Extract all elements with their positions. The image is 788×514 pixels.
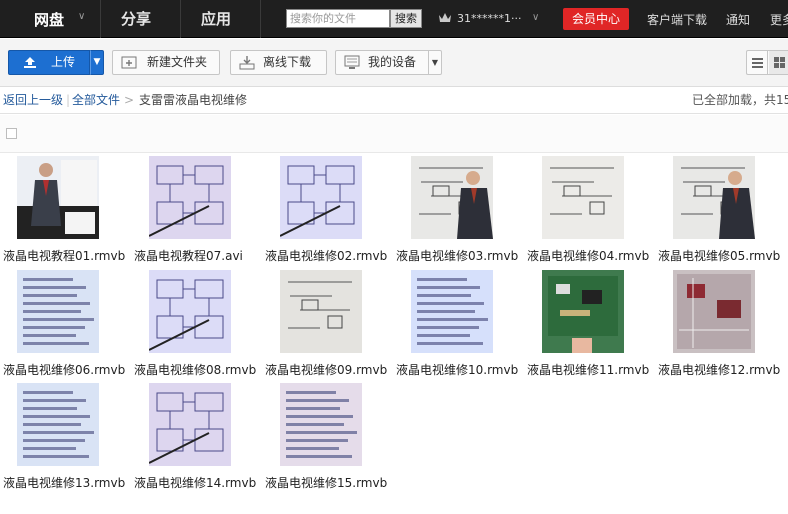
search-button[interactable]: 搜索 <box>390 9 422 28</box>
file-grid: 液晶电视教程01.rmvb 液晶电视教程07.avi 液晶电视维修02.rmvb… <box>0 154 788 514</box>
file-item[interactable]: 液晶电视维修08.rmvb <box>134 268 260 380</box>
download-icon <box>239 56 255 70</box>
file-name[interactable]: 液晶电视维修11.rmvb <box>527 361 657 378</box>
select-all-bar <box>0 115 788 153</box>
top-navigation-bar: 网盘 ∨ 分享 应用 搜索你的文件 搜索 31******1··· ∨ 会员中心… <box>0 0 788 38</box>
file-item[interactable]: 液晶电视维修10.rmvb <box>396 268 522 380</box>
nav-divider <box>180 0 181 38</box>
my-devices-button[interactable]: 我的设备 <box>335 50 429 75</box>
file-item[interactable]: 液晶电视维修02.rmvb <box>265 154 391 266</box>
upload-menu-button[interactable]: ▼ <box>90 50 104 75</box>
notifications-link[interactable]: 通知 <box>726 11 750 28</box>
file-name[interactable]: 液晶电视维修09.rmvb <box>265 361 395 378</box>
video-thumbnail[interactable] <box>542 156 624 239</box>
file-name[interactable]: 液晶电视维修08.rmvb <box>134 361 264 378</box>
file-name[interactable]: 液晶电视维修15.rmvb <box>265 474 395 491</box>
file-name[interactable]: 液晶电视教程01.rmvb <box>3 247 133 264</box>
file-item[interactable]: 液晶电视维修11.rmvb <box>527 268 653 380</box>
file-item[interactable]: 液晶电视维修03.rmvb <box>396 154 522 266</box>
upload-label: 上传 <box>51 55 76 69</box>
file-name[interactable]: 液晶电视维修12.rmvb <box>658 361 788 378</box>
current-folder: 支雷雷液晶电视维修 <box>139 93 248 107</box>
video-thumbnail[interactable] <box>280 270 362 353</box>
file-item[interactable]: 液晶电视教程01.rmvb <box>3 154 129 266</box>
vip-center-button[interactable]: 会员中心 <box>563 8 629 30</box>
upload-icon <box>24 57 36 68</box>
file-name[interactable]: 液晶电视维修03.rmvb <box>396 247 526 264</box>
file-name[interactable]: 液晶电视维修10.rmvb <box>396 361 526 378</box>
nav-divider <box>260 0 261 38</box>
more-link[interactable]: 更多 <box>770 11 788 28</box>
list-view-icon <box>752 58 763 68</box>
video-thumbnail[interactable] <box>280 383 362 466</box>
file-item[interactable]: 液晶电视维修13.rmvb <box>3 381 129 493</box>
video-thumbnail[interactable] <box>149 270 231 353</box>
chevron-down-icon[interactable]: ∨ <box>78 11 85 22</box>
video-thumbnail[interactable] <box>411 156 493 239</box>
grid-view-button[interactable] <box>769 51 788 74</box>
video-thumbnail[interactable] <box>149 383 231 466</box>
username[interactable]: 31******1··· <box>457 12 522 25</box>
file-item[interactable]: 液晶电视维修15.rmvb <box>265 381 391 493</box>
file-item[interactable]: 液晶电视维修06.rmvb <box>3 268 129 380</box>
device-icon <box>344 55 360 69</box>
grid-view-icon <box>774 57 785 68</box>
video-thumbnail[interactable] <box>280 156 362 239</box>
file-name[interactable]: 液晶电视维修14.rmvb <box>134 474 264 491</box>
file-item[interactable]: 液晶电视教程07.avi <box>134 154 260 266</box>
file-item[interactable]: 液晶电视维修12.rmvb <box>658 268 784 380</box>
video-thumbnail[interactable] <box>673 156 755 239</box>
offline-download-button[interactable]: 离线下载 <box>230 50 327 75</box>
nav-divider <box>100 0 101 38</box>
nav-apps[interactable]: 应用 <box>201 8 231 29</box>
my-devices-menu-button[interactable]: ▼ <box>428 50 442 75</box>
all-files-link[interactable]: 全部文件 <box>72 88 120 112</box>
upload-button[interactable]: 上传 <box>8 50 90 75</box>
new-folder-button[interactable]: 新建文件夹 <box>112 50 220 75</box>
chevron-down-icon[interactable]: ∨ <box>532 12 539 23</box>
search-input[interactable]: 搜索你的文件 <box>286 9 390 28</box>
list-view-button[interactable] <box>747 51 768 74</box>
file-item[interactable]: 液晶电视维修05.rmvb <box>658 154 784 266</box>
video-thumbnail[interactable] <box>17 156 99 239</box>
breadcrumb: 返回上一级 | 全部文件 > 支雷雷液晶电视维修 已全部加载，共15个 <box>0 88 788 114</box>
video-thumbnail[interactable] <box>542 270 624 353</box>
logo-netdisk[interactable]: 网盘 <box>34 9 64 30</box>
file-item[interactable]: 液晶电视维修09.rmvb <box>265 268 391 380</box>
view-toggle <box>746 50 788 75</box>
video-thumbnail[interactable] <box>149 156 231 239</box>
file-name[interactable]: 液晶电视维修05.rmvb <box>658 247 788 264</box>
file-item[interactable]: 液晶电视维修14.rmvb <box>134 381 260 493</box>
toolbar: 上传 ▼ 新建文件夹 离线下载 我的设备 ▼ <box>0 39 788 87</box>
video-thumbnail[interactable] <box>411 270 493 353</box>
new-folder-label: 新建文件夹 <box>147 55 208 69</box>
back-link[interactable]: 返回上一级 <box>3 88 63 112</box>
file-name[interactable]: 液晶电视教程07.avi <box>134 247 264 264</box>
file-name[interactable]: 液晶电视维修04.rmvb <box>527 247 657 264</box>
video-thumbnail[interactable] <box>17 270 99 353</box>
new-folder-icon <box>121 56 137 69</box>
file-name[interactable]: 液晶电视维修13.rmvb <box>3 474 133 491</box>
client-download-link[interactable]: 客户端下载 <box>647 11 707 28</box>
loaded-status: 已全部加载，共15个 <box>692 93 788 107</box>
file-name[interactable]: 液晶电视维修06.rmvb <box>3 361 133 378</box>
offline-download-label: 离线下载 <box>263 55 312 69</box>
my-devices-label: 我的设备 <box>368 55 417 69</box>
file-item[interactable]: 液晶电视维修04.rmvb <box>527 154 653 266</box>
breadcrumb-separator: > <box>124 93 135 107</box>
video-thumbnail[interactable] <box>17 383 99 466</box>
breadcrumb-divider: | <box>66 93 71 107</box>
nav-share[interactable]: 分享 <box>121 8 151 29</box>
file-name[interactable]: 液晶电视维修02.rmvb <box>265 247 395 264</box>
select-all-checkbox[interactable] <box>6 128 17 139</box>
crown-icon <box>439 13 451 22</box>
video-thumbnail[interactable] <box>673 270 755 353</box>
